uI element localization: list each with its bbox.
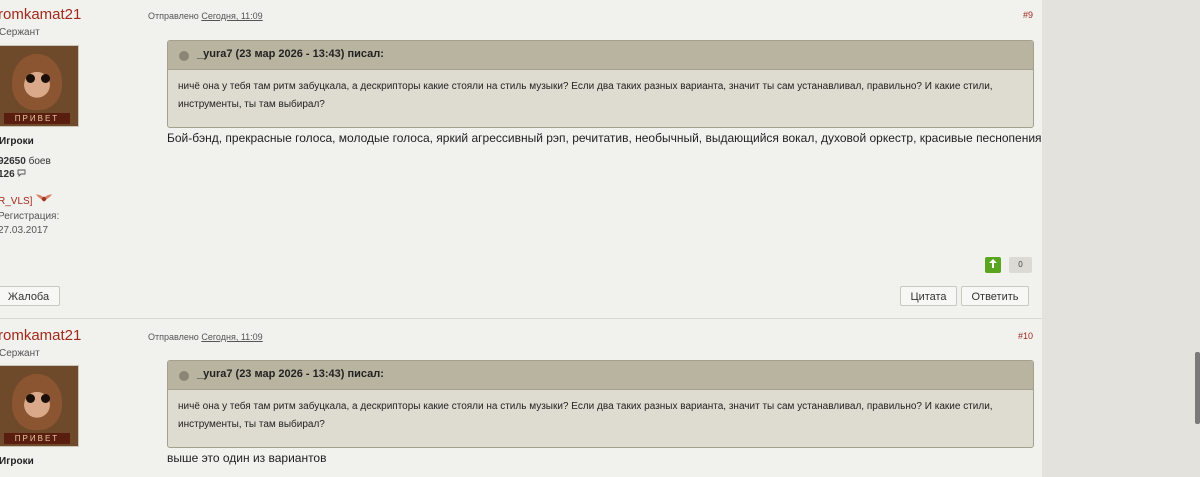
post-number-link[interactable]: #9 bbox=[1010, 10, 1033, 20]
avatar-eye bbox=[41, 74, 50, 83]
quote-header: _yura7 (23 мар 2026 - 13:43) писал: bbox=[168, 41, 1033, 70]
quote-block: _yura7 (23 мар 2026 - 13:43) писал: ничё… bbox=[167, 40, 1034, 128]
upvote-button[interactable] bbox=[985, 257, 1001, 273]
post-number-link[interactable]: #10 bbox=[1010, 331, 1033, 341]
quote-icon bbox=[179, 371, 189, 381]
avatar-caption: ПРИВЕТ bbox=[4, 113, 70, 124]
quote-author: _yura7 (23 мар 2026 - 13:43) писал: bbox=[197, 48, 384, 60]
avatar[interactable]: ПРИВЕТ bbox=[0, 365, 79, 447]
registration-date: 27.03.2017 bbox=[0, 225, 49, 236]
post-meta: Отправлено Сегодня, 11:09 bbox=[148, 332, 263, 342]
quote-text: ничё она у тебя там ритм забуцкала, а де… bbox=[178, 401, 993, 430]
quote-icon bbox=[179, 51, 189, 61]
post: romkamat21 Сержант ПРИВЕТ Игроки 92650 б… bbox=[0, 0, 1042, 319]
post-date-link[interactable]: Сегодня, 11:09 bbox=[201, 332, 262, 342]
post-meta: Отправлено Сегодня, 11:09 bbox=[148, 11, 263, 21]
wings-badge-icon bbox=[35, 194, 53, 207]
avatar-caption: ПРИВЕТ bbox=[4, 433, 70, 444]
post-body: выше это один из вариантов bbox=[167, 451, 327, 465]
registration-label: Регистрация: bbox=[0, 211, 60, 222]
comments-value: 126 bbox=[0, 169, 15, 180]
quote-header: _yura7 (23 мар 2026 - 13:43) писал: bbox=[168, 361, 1033, 390]
post-body: Бой-бэнд, прекрасные голоса, молодые гол… bbox=[167, 131, 1042, 145]
avatar-eye bbox=[41, 394, 50, 403]
quote-block: _yura7 (23 мар 2026 - 13:43) писал: ничё… bbox=[167, 360, 1034, 448]
battles-stat: 92650 боев bbox=[0, 156, 51, 167]
username-link[interactable]: romkamat21 bbox=[0, 6, 81, 23]
post-date-link[interactable]: Сегодня, 11:09 bbox=[201, 11, 262, 21]
right-panel bbox=[1042, 0, 1200, 477]
comments-stat: 126 bbox=[0, 169, 26, 180]
user-rank: Сержант bbox=[0, 27, 40, 38]
avatar-face bbox=[12, 54, 62, 110]
battles-label: боев bbox=[28, 156, 51, 167]
sent-label: Отправлено bbox=[148, 11, 199, 21]
battles-value: 92650 bbox=[0, 156, 26, 167]
user-group: Игроки bbox=[0, 456, 34, 467]
clan-name[interactable]: R_VLS] bbox=[0, 196, 32, 207]
avatar[interactable]: ПРИВЕТ bbox=[0, 45, 79, 127]
quote-author: _yura7 (23 мар 2026 - 13:43) писал: bbox=[197, 368, 384, 380]
avatar-eye bbox=[26, 74, 35, 83]
vote-count: 0 bbox=[1009, 257, 1032, 273]
user-rank: Сержант bbox=[0, 348, 40, 359]
clan-tag[interactable]: R_VLS] bbox=[0, 192, 53, 207]
arrow-up-icon bbox=[989, 259, 997, 270]
username-link[interactable]: romkamat21 bbox=[0, 327, 81, 344]
quote-text: ничё она у тебя там ритм забуцкала, а де… bbox=[178, 81, 993, 110]
user-group: Игроки bbox=[0, 136, 34, 147]
forum-thread: romkamat21 Сержант ПРИВЕТ Игроки 92650 б… bbox=[0, 0, 1042, 477]
quote-button[interactable]: Цитата bbox=[900, 286, 957, 306]
complaint-button[interactable]: Жалоба bbox=[0, 286, 60, 306]
speech-bubble-icon bbox=[17, 169, 26, 180]
reply-button[interactable]: Ответить bbox=[961, 286, 1029, 306]
avatar-face bbox=[12, 374, 62, 430]
avatar-eye bbox=[26, 394, 35, 403]
sent-label: Отправлено bbox=[148, 332, 199, 342]
scrollbar-thumb[interactable] bbox=[1195, 352, 1200, 424]
post: romkamat21 Сержант ПРИВЕТ Игроки Отправл… bbox=[0, 319, 1042, 477]
